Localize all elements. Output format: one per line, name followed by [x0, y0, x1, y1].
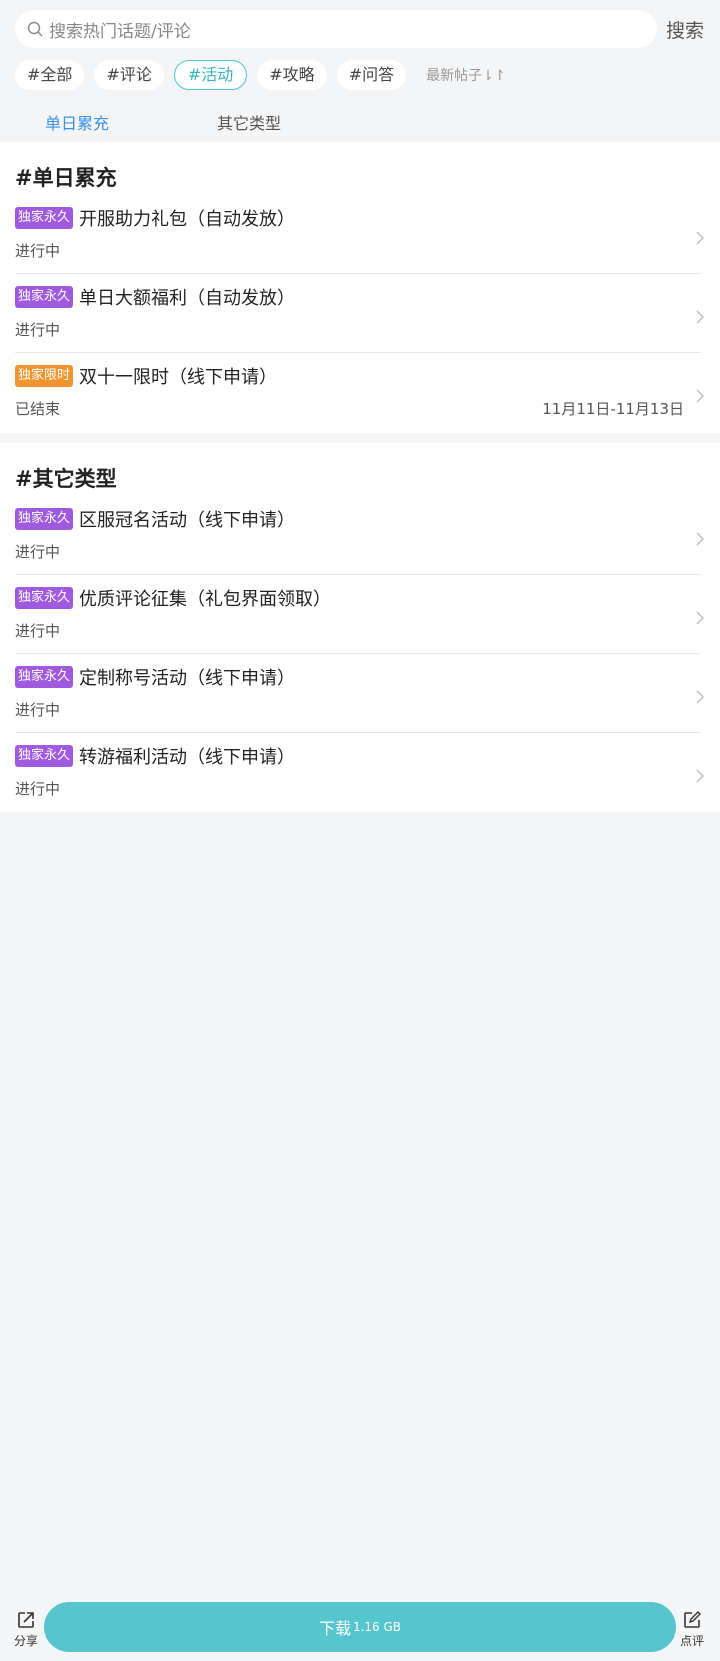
badge-permanent: 独家永久: [15, 508, 74, 530]
tag-comments[interactable]: #评论: [94, 60, 164, 90]
edit-icon: [684, 1611, 701, 1628]
review-label: 点评: [679, 1634, 704, 1648]
section-other-types: #其它类型 独家永久 区服冠名活动（线下申请） 进行中 独家永久 优质评论征集（…: [0, 443, 720, 812]
badge-permanent: 独家永久: [15, 666, 74, 688]
share-label: 分享: [13, 1634, 38, 1648]
badge-permanent: 独家永久: [15, 745, 74, 767]
item-title: 区服冠名活动（线下申请）: [79, 510, 296, 531]
search-placeholder: 搜索热门话题/评论: [49, 21, 191, 42]
badge-limited: 独家限时: [15, 365, 74, 387]
item-status: 进行中: [15, 622, 61, 640]
tag-activity[interactable]: #活动: [173, 60, 248, 90]
top-header: 搜索热门话题/评论 搜索 #全部 #评论 #活动 #攻略 #问答 最新帖子⇂↾ …: [0, 0, 720, 142]
list-item[interactable]: 独家永久 区服冠名活动（线下申请） 进行中: [0, 496, 720, 575]
chevron-right-icon: [696, 389, 704, 403]
item-status: 已结束: [15, 400, 61, 418]
item-title: 单日大额福利（自动发放）: [79, 288, 296, 309]
tag-guides[interactable]: #攻略: [257, 60, 327, 90]
badge-permanent: 独家永久: [15, 587, 74, 609]
list-item[interactable]: 独家永久 定制称号活动（线下申请） 进行中: [0, 654, 720, 733]
item-title: 优质评论征集（礼包界面领取）: [79, 589, 332, 610]
sub-tabs: 单日累充 其它类型: [0, 108, 720, 142]
chevron-right-icon: [696, 231, 704, 245]
list-item[interactable]: 独家限时 双十一限时（线下申请） 已结束 11月11日-11月13日: [0, 353, 720, 432]
item-date: 11月11日-11月13日: [542, 400, 684, 418]
chevron-right-icon: [696, 310, 704, 324]
chevron-right-icon: [696, 769, 704, 783]
item-title: 定制称号活动（线下申请）: [79, 668, 296, 689]
item-status: 进行中: [15, 242, 61, 260]
list-item[interactable]: 独家永久 优质评论征集（礼包界面领取） 进行中: [0, 575, 720, 654]
download-label: 下载: [318, 1619, 351, 1638]
chevron-right-icon: [696, 532, 704, 546]
subtab-other-types[interactable]: 其它类型: [217, 110, 281, 134]
section-title: #单日累充: [15, 166, 117, 190]
section-daily-recharge: #单日累充 独家永久 开服助力礼包（自动发放） 进行中 独家永久 单日大额福利（…: [0, 142, 720, 433]
search-input[interactable]: 搜索热门话题/评论: [15, 10, 657, 48]
download-button[interactable]: 下载 1.16 GB: [44, 1602, 676, 1652]
tag-qa[interactable]: #问答: [336, 60, 407, 90]
list-item[interactable]: 独家永久 开服助力礼包（自动发放） 进行中: [0, 195, 720, 274]
item-status: 进行中: [15, 321, 61, 339]
section-title: #其它类型: [15, 467, 117, 491]
chevron-right-icon: [696, 690, 704, 704]
subtab-daily-recharge[interactable]: 单日累充: [45, 110, 109, 134]
item-title: 双十一限时（线下申请）: [79, 367, 278, 388]
list-item[interactable]: 独家永久 单日大额福利（自动发放） 进行中: [0, 274, 720, 353]
item-status: 进行中: [15, 701, 61, 719]
review-button[interactable]: 点评: [672, 1610, 712, 1649]
share-icon: [18, 1612, 34, 1628]
sort-toggle[interactable]: 最新帖子⇂↾: [426, 65, 505, 85]
share-button[interactable]: 分享: [6, 1610, 46, 1649]
search-button[interactable]: 搜索: [666, 16, 704, 43]
item-title: 开服助力礼包（自动发放）: [79, 209, 296, 230]
tag-all[interactable]: #全部: [15, 60, 85, 90]
download-size: 1.16 GB: [352, 1620, 402, 1634]
chevron-right-icon: [696, 611, 704, 625]
list-item[interactable]: 独家永久 转游福利活动（线下申请） 进行中: [0, 733, 720, 812]
filter-tags: #全部 #评论 #活动 #攻略 #问答 最新帖子⇂↾: [15, 60, 506, 90]
item-title: 转游福利活动（线下申请）: [79, 747, 296, 768]
search-icon: [27, 21, 43, 37]
item-status: 进行中: [15, 543, 61, 561]
badge-permanent: 独家永久: [15, 286, 74, 308]
item-status: 进行中: [15, 780, 61, 798]
badge-permanent: 独家永久: [15, 207, 74, 229]
